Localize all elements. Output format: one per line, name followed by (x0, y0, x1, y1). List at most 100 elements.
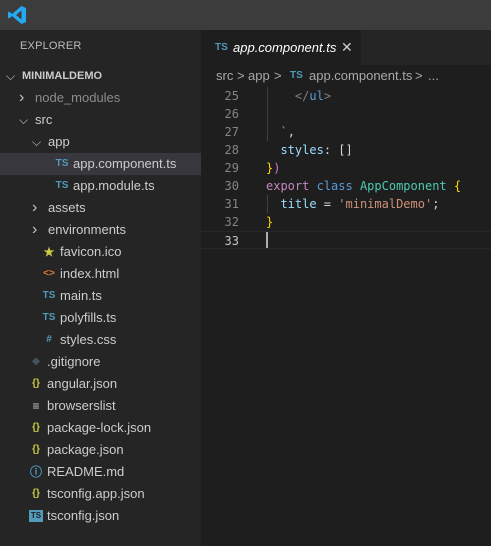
json-braces-icon: {} (32, 378, 40, 389)
typescript-icon: TS (42, 290, 56, 301)
tree-file[interactable]: {} package-lock.json (0, 417, 201, 439)
html-icon: <> (43, 268, 55, 279)
line-number: 27 (224, 125, 239, 139)
close-icon[interactable]: ✕ (341, 30, 353, 65)
typescript-icon: TS (290, 70, 303, 81)
tree-item-label: .gitignore (47, 354, 101, 369)
chevron-right-icon[interactable]: › (32, 219, 42, 241)
explorer-title: EXPLORER (20, 40, 82, 52)
chevron-down-icon[interactable]: ⌵ (6, 65, 16, 87)
line-number: 31 (224, 197, 239, 211)
tree-file[interactable]: ⓘ README.md (0, 461, 201, 483)
tree-file[interactable]: TS app.component.ts (0, 153, 201, 175)
indent-guide (267, 195, 268, 213)
tree-file[interactable]: {} angular.json (0, 373, 201, 395)
title-bar (0, 0, 491, 30)
code-line: 29}) (201, 159, 491, 177)
tree-folder[interactable]: › node_modules (0, 87, 201, 109)
code-text: } (266, 215, 274, 229)
line-number: 33 (224, 234, 239, 248)
tree-folder[interactable]: › environments (0, 219, 201, 241)
tree-item-label: README.md (47, 464, 125, 479)
tree-item-label: app.module.ts (73, 178, 155, 193)
tab-label: app.component.ts (233, 40, 337, 55)
json-braces-icon: {} (32, 488, 40, 499)
tree-item-label: polyfills.ts (60, 310, 117, 325)
tree-item-label: MINIMALDEMO (22, 70, 103, 82)
code-text: title = 'minimalDemo'; (280, 197, 440, 211)
breadcrumb: src > app > TS app.component.ts > ... (201, 65, 491, 87)
chevron-right-icon[interactable]: › (19, 87, 29, 109)
tree-item-label: environments (48, 222, 127, 237)
tree-item-label: package-lock.json (47, 420, 152, 435)
star-icon: ★ (43, 245, 55, 259)
tree-file[interactable]: ≡ browserslist (0, 395, 201, 417)
breadcrumb-more[interactable]: ... (428, 65, 439, 87)
tree-item-label: tsconfig.app.json (47, 486, 145, 501)
code-line: 28 styles: [] (201, 141, 491, 159)
tree-file[interactable]: # styles.css (0, 329, 201, 351)
tree-file[interactable]: {} package.json (0, 439, 201, 461)
css-hash-icon: # (46, 334, 52, 345)
code-line: 30 export class AppComponent { (201, 177, 491, 195)
tree-folder[interactable]: ⌵ MINIMALDEMO (0, 65, 201, 87)
tree-item-label: app (48, 134, 70, 149)
tree-file[interactable]: TS tsconfig.json (0, 505, 201, 527)
tree-file[interactable]: ★ favicon.ico (0, 241, 201, 263)
code-line: 31 title = 'minimalDemo'; (201, 195, 491, 213)
code-text: </ul> (294, 89, 332, 103)
tree-folder[interactable]: › assets (0, 197, 201, 219)
code-line: 33 (201, 231, 491, 249)
explorer-sidebar: EXPLORER ⌵ MINIMALDEMO › node_modules ⌵ src ⌵ a… (0, 30, 201, 546)
chevron-right-icon[interactable]: › (32, 197, 42, 219)
tab-bar: TS app.component.ts ✕ (201, 30, 491, 65)
typescript-icon: TS (55, 158, 69, 169)
tree-file[interactable]: ◆ .gitignore (0, 351, 201, 373)
json-braces-icon: {} (32, 444, 40, 455)
line-number: 32 (224, 215, 239, 229)
lines-icon: ≡ (32, 399, 40, 413)
tree-file[interactable]: TS polyfills.ts (0, 307, 201, 329)
breadcrumb-file[interactable]: app.component.ts (309, 65, 412, 87)
code-line: 32} (201, 213, 491, 231)
editor-area: TS app.component.ts ✕ src > app > TS app… (201, 30, 491, 546)
tree-item-label: app.component.ts (73, 156, 177, 171)
tree-item-label: styles.css (60, 332, 117, 347)
tree-folder[interactable]: ⌵ src (0, 109, 201, 131)
tree-item-label: assets (48, 200, 86, 215)
tree-item-label: main.ts (60, 288, 102, 303)
line-number: 25 (224, 89, 239, 103)
tree-item-label: node_modules (35, 90, 121, 105)
code-text: `, (280, 125, 295, 139)
tree-item-label: src (35, 112, 53, 127)
code-line: 25 </ul> (201, 87, 491, 105)
chevron-down-icon[interactable]: ⌵ (32, 131, 42, 153)
breadcrumb-separator: > (415, 68, 423, 83)
typescript-icon: TS (42, 312, 56, 323)
code-text: }) (266, 161, 281, 175)
chevron-down-icon[interactable]: ⌵ (19, 109, 29, 131)
vscode-logo-icon (8, 6, 26, 24)
tree-folder[interactable]: ⌵ app (0, 131, 201, 153)
tsconfig-icon: TS (29, 510, 43, 522)
line-number: 29 (224, 161, 239, 175)
tree-file[interactable]: TS app.module.ts (0, 175, 201, 197)
tree-file[interactable]: <> index.html (0, 263, 201, 285)
breadcrumb-app[interactable]: app (248, 65, 270, 87)
code-text: styles: [] (280, 143, 353, 157)
json-braces-icon: {} (32, 422, 40, 433)
breadcrumb-separator: > (274, 68, 282, 83)
tab-app-component[interactable]: TS app.component.ts ✕ (201, 30, 361, 65)
tree-file[interactable]: TS main.ts (0, 285, 201, 307)
breadcrumb-separator: > (237, 68, 245, 83)
indent-guide (267, 87, 268, 105)
tree-item-label: favicon.ico (60, 244, 122, 259)
tree-file[interactable]: {} tsconfig.app.json (0, 483, 201, 505)
code-text: export class AppComponent { (266, 179, 462, 193)
typescript-icon: TS (55, 180, 69, 191)
git-icon: ◆ (32, 356, 40, 367)
typescript-icon: TS (215, 42, 228, 53)
code-line: 27 `, (201, 123, 491, 141)
info-icon: ⓘ (29, 465, 42, 479)
breadcrumb-src[interactable]: src (216, 65, 233, 87)
